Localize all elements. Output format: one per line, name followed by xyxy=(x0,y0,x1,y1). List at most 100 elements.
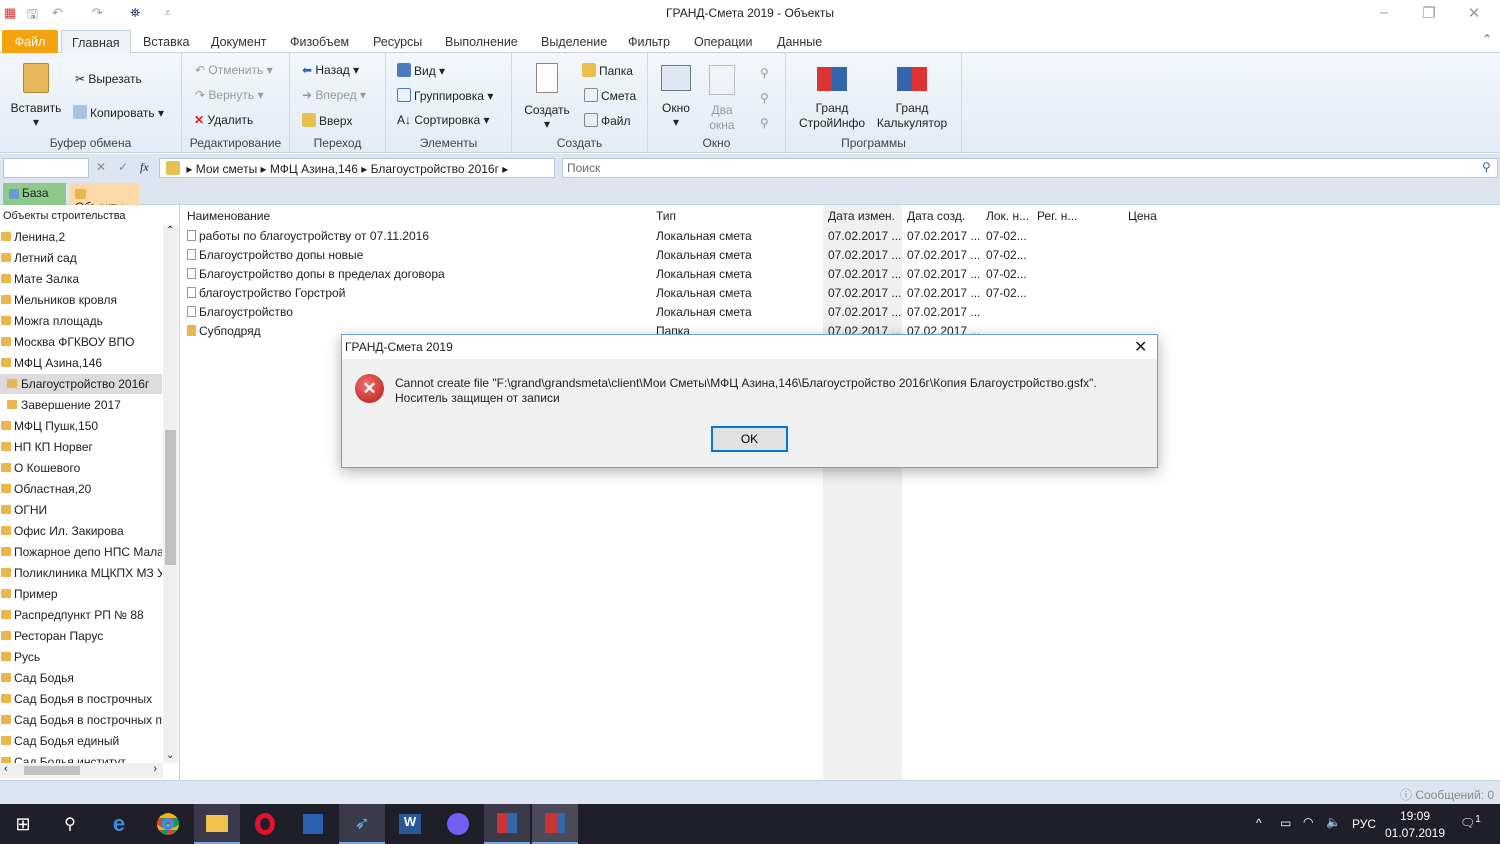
search-input[interactable]: Поиск xyxy=(562,158,1498,178)
table-row[interactable]: благоустройство Горстрой Локальная смета 0… xyxy=(181,285,1181,304)
search-icon[interactable]: ⚲ xyxy=(47,804,93,844)
search-icon[interactable]: ⚲ xyxy=(1482,160,1491,174)
paste-button[interactable]: Вставить ▾ xyxy=(8,59,64,129)
column-header-price[interactable]: Цена xyxy=(1128,209,1157,223)
tree-item[interactable]: Пожарное депо НПС Мала xyxy=(0,542,162,562)
forward-button[interactable]: ➜ Вперед ▾ xyxy=(302,88,366,102)
grand-smeta-taskbar-icon[interactable] xyxy=(484,804,530,844)
fx-icon[interactable]: fx xyxy=(140,160,149,175)
language-indicator[interactable]: РУС xyxy=(1352,817,1376,831)
accept-check-icon[interactable]: ✓ xyxy=(118,160,128,174)
tree-item[interactable]: Москва ФГКВОУ ВПО xyxy=(0,332,162,352)
tree-item[interactable]: МФЦ Пушк,150 xyxy=(0,416,162,436)
tree-item[interactable]: Мельников кровля xyxy=(0,290,162,310)
restore-button[interactable]: ❐ xyxy=(1409,4,1449,22)
grand-smeta-active-taskbar-icon[interactable] xyxy=(532,804,578,844)
app-icon[interactable]: ➶ xyxy=(339,804,385,844)
column-header-type[interactable]: Тип xyxy=(656,209,676,223)
sorting-button[interactable]: A↓ Сортировка ▾ xyxy=(397,113,490,127)
notifications-button[interactable]: 🗨1 xyxy=(1460,814,1481,830)
table-row[interactable]: работы по благоустройству от 07.11.2016 Л… xyxy=(181,228,1181,247)
copy-button[interactable]: Копировать ▾ xyxy=(73,105,164,120)
tree-item[interactable]: ОГНИ xyxy=(0,500,162,520)
tab-selection[interactable]: Выделение xyxy=(531,30,617,54)
tree-item[interactable]: Летний сад xyxy=(0,248,162,268)
wifi-icon[interactable]: ◠ xyxy=(1303,815,1313,829)
new-folder-button[interactable]: Папка xyxy=(582,63,633,78)
grand-calculator-button[interactable]: Гранд Калькулятор xyxy=(876,65,948,131)
tree-item[interactable]: Русь xyxy=(0,647,162,667)
tree-item[interactable]: Можга площадь xyxy=(0,311,162,331)
breadcrumb-item[interactable]: Благоустройство 2016г xyxy=(371,162,499,176)
floppy-app-icon[interactable] xyxy=(290,804,336,844)
new-estimate-button[interactable]: Смета xyxy=(584,88,636,103)
file-explorer-icon[interactable] xyxy=(194,804,240,844)
messages-indicator[interactable]: ⓘ Сообщений: 0 xyxy=(1400,786,1494,803)
tab-insert[interactable]: Вставка xyxy=(133,30,199,54)
back-button[interactable]: ⬅ Назад ▾ xyxy=(302,63,359,77)
table-row[interactable]: Благоустройство допы новые Локальная смет… xyxy=(181,247,1181,266)
column-header-name[interactable]: Наименование xyxy=(187,209,270,223)
tree-item[interactable]: Завершение 2017 xyxy=(0,395,162,415)
scroll-up-icon[interactable]: ⌃ xyxy=(166,225,174,236)
opera-icon[interactable] xyxy=(242,804,288,844)
tab-operations[interactable]: Операции xyxy=(684,30,762,54)
tree-item[interactable]: Областная,20 xyxy=(0,479,162,499)
cancel-icon[interactable]: ✕ xyxy=(96,160,106,174)
redo-button[interactable]: ↷ Вернуть ▾ xyxy=(195,88,263,102)
column-header-created[interactable]: Дата созд. xyxy=(907,209,965,223)
viber-icon[interactable] xyxy=(435,804,481,844)
create-button[interactable]: Создать ▾ xyxy=(522,61,572,131)
column-header-local-number[interactable]: Лок. н... xyxy=(986,209,1029,223)
grand-stroyinfo-button[interactable]: Гранд СтройИнфо xyxy=(796,65,868,131)
tab-home[interactable]: Главная xyxy=(61,30,131,54)
volume-icon[interactable]: 🔈 xyxy=(1326,815,1341,829)
scroll-thumb[interactable] xyxy=(165,430,176,565)
tree-item[interactable]: Пример xyxy=(0,584,162,604)
tab-file[interactable]: Файл xyxy=(2,30,58,54)
grouping-button[interactable]: Группировка ▾ xyxy=(397,88,493,103)
chrome-icon[interactable] xyxy=(145,804,191,844)
tree-item[interactable]: Сад Бодья единый xyxy=(0,731,162,751)
table-row[interactable]: Благоустройство допы в пределах договора… xyxy=(181,266,1181,285)
scroll-thumb[interactable] xyxy=(24,766,80,775)
collapse-ribbon-icon[interactable]: ⌃ xyxy=(1482,32,1492,46)
tree-item[interactable]: О Кошевого xyxy=(0,458,162,478)
pin-icons[interactable]: ⚲ ⚲ ⚲ xyxy=(760,61,769,136)
clock[interactable]: 19:09 01.07.2019 xyxy=(1384,808,1446,842)
tree-item[interactable]: Распредпункт РП № 88 xyxy=(0,605,162,625)
tab-data[interactable]: Данные xyxy=(767,30,832,54)
window-button[interactable]: Окно ▾ xyxy=(658,63,694,129)
delete-button[interactable]: ✕ Удалить xyxy=(194,113,253,127)
tree-item[interactable]: Благоустройство 2016г xyxy=(0,374,162,394)
up-button[interactable]: Вверх xyxy=(302,113,352,128)
tree-item[interactable]: Сад Бодья в построчных пс xyxy=(0,710,162,730)
tree-item[interactable]: Ресторан Парус xyxy=(0,626,162,646)
tab-base[interactable]: База xyxy=(3,183,66,205)
minimize-button[interactable]: – xyxy=(1364,4,1404,21)
undo-button[interactable]: ↶ Отменить ▾ xyxy=(195,63,273,77)
tree-item[interactable]: Ленина,2 xyxy=(0,227,162,247)
tree-vertical-scrollbar[interactable]: ⌃ ⌄ xyxy=(163,225,178,763)
scroll-right-icon[interactable]: › xyxy=(153,763,157,775)
column-header-modified[interactable]: Дата измен. xyxy=(828,209,895,223)
tab-resources[interactable]: Ресурсы xyxy=(363,30,432,54)
tree-item[interactable]: Сад Бодья в построчных xyxy=(0,689,162,709)
scroll-down-icon[interactable]: ⌄ xyxy=(166,750,174,761)
battery-icon[interactable]: ▭ xyxy=(1280,816,1291,830)
ok-button[interactable]: OK xyxy=(711,426,788,452)
name-box-input[interactable] xyxy=(3,158,89,178)
column-header-reg-number[interactable]: Рег. н... xyxy=(1037,209,1077,223)
tab-filter[interactable]: Фильтр xyxy=(618,30,680,54)
tab-document[interactable]: Документ xyxy=(201,30,276,54)
tree-item[interactable]: Мате Залка xyxy=(0,269,162,289)
table-row[interactable]: Благоустройство Локальная смета 07.02.2017… xyxy=(181,304,1181,323)
scroll-left-icon[interactable]: ‹ xyxy=(4,763,8,775)
tree-horizontal-scrollbar[interactable]: ‹ › xyxy=(0,763,163,778)
tree-item[interactable]: Офис Ил. Закирова xyxy=(0,521,162,541)
tab-execution[interactable]: Выполнение xyxy=(435,30,528,54)
word-icon[interactable]: W xyxy=(387,804,433,844)
breadcrumb-item[interactable]: Мои сметы xyxy=(196,162,258,176)
close-button[interactable]: ✕ xyxy=(1454,4,1494,22)
cut-button[interactable]: ✂ Вырезать xyxy=(75,72,142,86)
